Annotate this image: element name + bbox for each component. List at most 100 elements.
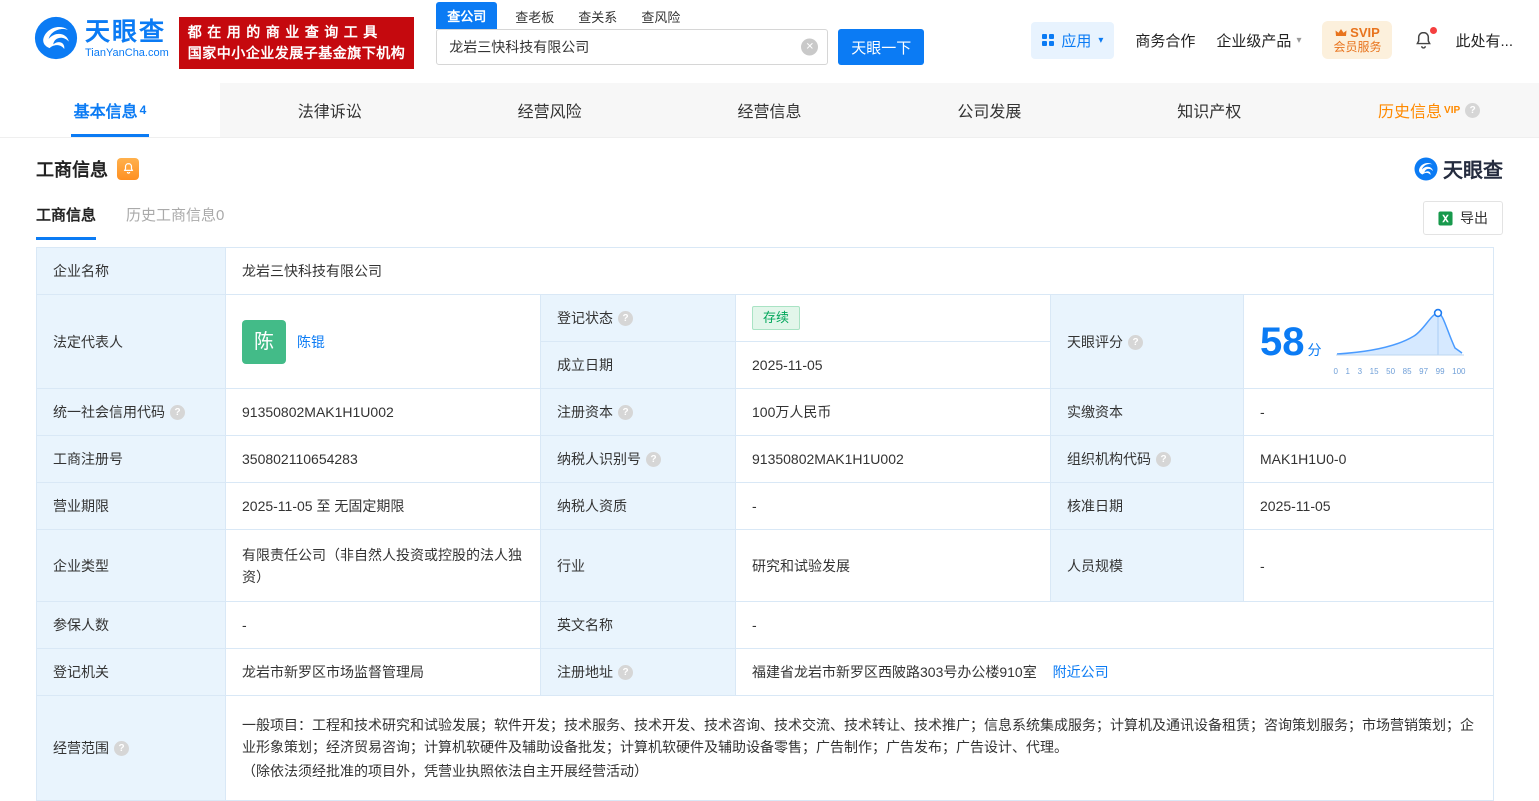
apps-menu-button[interactable]: 应用 ▾ bbox=[1031, 21, 1115, 59]
score-curve bbox=[1335, 308, 1464, 355]
field-value-company-name: 龙岩三快科技有限公司 bbox=[224, 247, 1495, 295]
avatar-initial: 陈 bbox=[254, 330, 274, 353]
field-value-registration-authority: 龙岩市新罗区市场监督管理局 bbox=[225, 648, 541, 696]
field-label: 统一社会信用代码 bbox=[53, 404, 165, 420]
field-label: 人员规模 bbox=[1067, 557, 1123, 574]
more-menu[interactable]: 此处有... bbox=[1455, 30, 1513, 51]
section-header: 工商信息 天眼查 bbox=[0, 138, 1539, 183]
tab-history-info[interactable]: 历史信息 VIP ? bbox=[1319, 83, 1539, 137]
export-button[interactable]: 导出 bbox=[1423, 201, 1503, 235]
field-label: 企业名称 bbox=[53, 263, 109, 279]
field-label: 纳税人识别号 bbox=[557, 451, 641, 467]
svip-label: SVIP bbox=[1350, 25, 1380, 40]
field-label-registration-number: 工商注册号 bbox=[36, 435, 226, 483]
field-label-taxpayer-qualification: 纳税人资质 bbox=[540, 482, 736, 530]
excel-icon bbox=[1438, 210, 1453, 226]
field-label: 注册资本 bbox=[557, 404, 613, 420]
table-row: 法定代表人 陈 陈锟 登记状态? 存续 天眼评分? 58 分 0 1 3 15 … bbox=[36, 294, 1495, 389]
field-label-registered-capital: 注册资本? bbox=[540, 388, 736, 436]
tab-business-risk[interactable]: 经营风险 bbox=[440, 83, 660, 137]
axis-tick: 15 bbox=[1369, 366, 1379, 376]
help-icon[interactable]: ? bbox=[618, 665, 633, 680]
field-value: 福建省龙岩市新罗区西陂路303号办公楼910室 bbox=[752, 664, 1037, 680]
field-value: 龙岩三快科技有限公司 bbox=[242, 263, 382, 279]
field-value-legal-representative: 陈 陈锟 bbox=[225, 294, 541, 389]
svip-member-button[interactable]: SVIP 会员服务 bbox=[1322, 21, 1393, 59]
legal-rep-avatar[interactable]: 陈 bbox=[242, 319, 286, 364]
help-icon[interactable]: ? bbox=[618, 405, 633, 420]
legal-rep-link[interactable]: 陈锟 bbox=[297, 331, 325, 353]
field-value: - bbox=[242, 617, 247, 633]
field-label: 注册地址 bbox=[557, 664, 613, 680]
field-label: 营业期限 bbox=[53, 498, 109, 514]
enterprise-label: 企业级产品 bbox=[1216, 32, 1292, 50]
field-value-registration-status: 存续 bbox=[735, 294, 1051, 342]
enterprise-products-menu[interactable]: 企业级产品 ▾ bbox=[1216, 30, 1301, 51]
brand-slogan-badge: 都在用的商业查询工具 国家中小企业发展子基金旗下机构 bbox=[178, 17, 415, 69]
field-label-staff-size: 人员规模 bbox=[1050, 529, 1244, 602]
apps-label: 应用 bbox=[1061, 32, 1092, 50]
subtab-history-registration-info[interactable]: 历史工商信息0 bbox=[126, 204, 224, 240]
nearby-companies-link[interactable]: 附近公司 bbox=[1053, 664, 1109, 680]
tab-company-development[interactable]: 公司发展 bbox=[879, 83, 1099, 137]
field-label-credit-code: 统一社会信用代码? bbox=[36, 388, 226, 436]
field-value: 2025-11-05 至 无固定期限 bbox=[242, 498, 405, 514]
search-button[interactable]: 天眼一下 bbox=[838, 29, 925, 65]
field-value: - bbox=[752, 617, 757, 633]
field-label: 登记状态 bbox=[557, 310, 613, 326]
field-value: 2025-11-05 bbox=[1260, 498, 1331, 514]
field-label: 企业类型 bbox=[53, 557, 109, 574]
business-cooperation-link[interactable]: 商务合作 bbox=[1135, 30, 1195, 51]
logo-cn: 天眼查 bbox=[85, 17, 167, 46]
tab-business-info[interactable]: 经营信息 bbox=[660, 83, 880, 137]
search-tab-boss[interactable]: 查老板 bbox=[515, 7, 554, 29]
field-label-business-scope: 经营范围? bbox=[36, 695, 226, 801]
table-row: 企业类型 有限责任公司（非自然人投资或控股的法人独资） 行业 研究和试验发展 人… bbox=[36, 529, 1495, 602]
subtab-registration-info[interactable]: 工商信息 bbox=[36, 204, 97, 240]
field-value-english-name: - bbox=[734, 601, 1495, 649]
slogan-line-1: 都在用的商业查询工具 bbox=[187, 24, 383, 40]
search-tab-risk[interactable]: 查风险 bbox=[641, 7, 680, 29]
monitor-bell-button[interactable] bbox=[117, 157, 139, 180]
tab-legal-proceedings[interactable]: 法律诉讼 bbox=[220, 83, 440, 137]
field-value: - bbox=[1260, 557, 1265, 574]
help-icon[interactable]: ? bbox=[1465, 102, 1481, 118]
company-search-input[interactable] bbox=[436, 29, 829, 65]
field-label-industry: 行业 bbox=[540, 529, 736, 602]
tianyancha-logo[interactable]: 天眼查 TianYanCha.com bbox=[34, 16, 169, 60]
logo-text: 天眼查 TianYanCha.com bbox=[85, 18, 169, 59]
clear-search-icon[interactable]: ✕ bbox=[801, 38, 819, 56]
tab-count-badge: 4 bbox=[139, 103, 147, 117]
field-value-registered-capital: 100万人民币 bbox=[735, 388, 1051, 436]
field-label: 参保人数 bbox=[53, 617, 109, 633]
tab-label: 公司发展 bbox=[957, 104, 1022, 121]
table-row: 经营范围? 一般项目：工程和技术研究和试验发展；软件开发；技术服务、技术开发、技… bbox=[36, 695, 1495, 801]
field-value: 2025-11-05 bbox=[752, 357, 823, 373]
help-icon[interactable]: ? bbox=[618, 311, 633, 326]
search-row: ✕ 天眼一下 bbox=[436, 29, 925, 65]
help-icon[interactable]: ? bbox=[1156, 452, 1171, 467]
field-value-business-scope: 一般项目：工程和技术研究和试验发展；软件开发；技术服务、技术开发、技术咨询、技术… bbox=[224, 695, 1495, 801]
tab-intellectual-property[interactable]: 知识产权 bbox=[1099, 83, 1319, 137]
notification-dot bbox=[1430, 26, 1438, 34]
help-icon[interactable]: ? bbox=[114, 741, 129, 756]
score-axis: 0 1 3 15 50 85 97 99 100 bbox=[1334, 367, 1466, 377]
search-tab-relation[interactable]: 查关系 bbox=[578, 7, 617, 29]
export-label: 导出 bbox=[1460, 210, 1488, 226]
field-label-company-type: 企业类型 bbox=[36, 529, 226, 602]
help-icon[interactable]: ? bbox=[646, 452, 661, 467]
field-value: 研究和试验发展 bbox=[752, 557, 850, 574]
business-scope-text: 一般项目：工程和技术研究和试验发展；软件开发；技术服务、技术开发、技术咨询、技术… bbox=[242, 717, 1474, 755]
help-icon[interactable]: ? bbox=[1128, 334, 1143, 350]
table-row: 企业名称 龙岩三快科技有限公司 bbox=[36, 247, 1495, 295]
search-tab-company[interactable]: 查公司 bbox=[436, 2, 498, 29]
field-label-organization-code: 组织机构代码? bbox=[1050, 435, 1244, 483]
tab-basic-info[interactable]: 基本信息 4 bbox=[0, 83, 220, 137]
notifications-button[interactable] bbox=[1413, 26, 1438, 51]
tab-label: 基本信息 bbox=[73, 104, 138, 121]
field-value-company-type: 有限责任公司（非自然人投资或控股的法人独资） bbox=[225, 529, 541, 602]
help-icon[interactable]: ? bbox=[170, 405, 185, 420]
tab-label: 历史信息 bbox=[1378, 104, 1443, 121]
field-value-business-term: 2025-11-05 至 无固定期限 bbox=[225, 482, 541, 530]
section-title: 工商信息 bbox=[36, 159, 108, 180]
